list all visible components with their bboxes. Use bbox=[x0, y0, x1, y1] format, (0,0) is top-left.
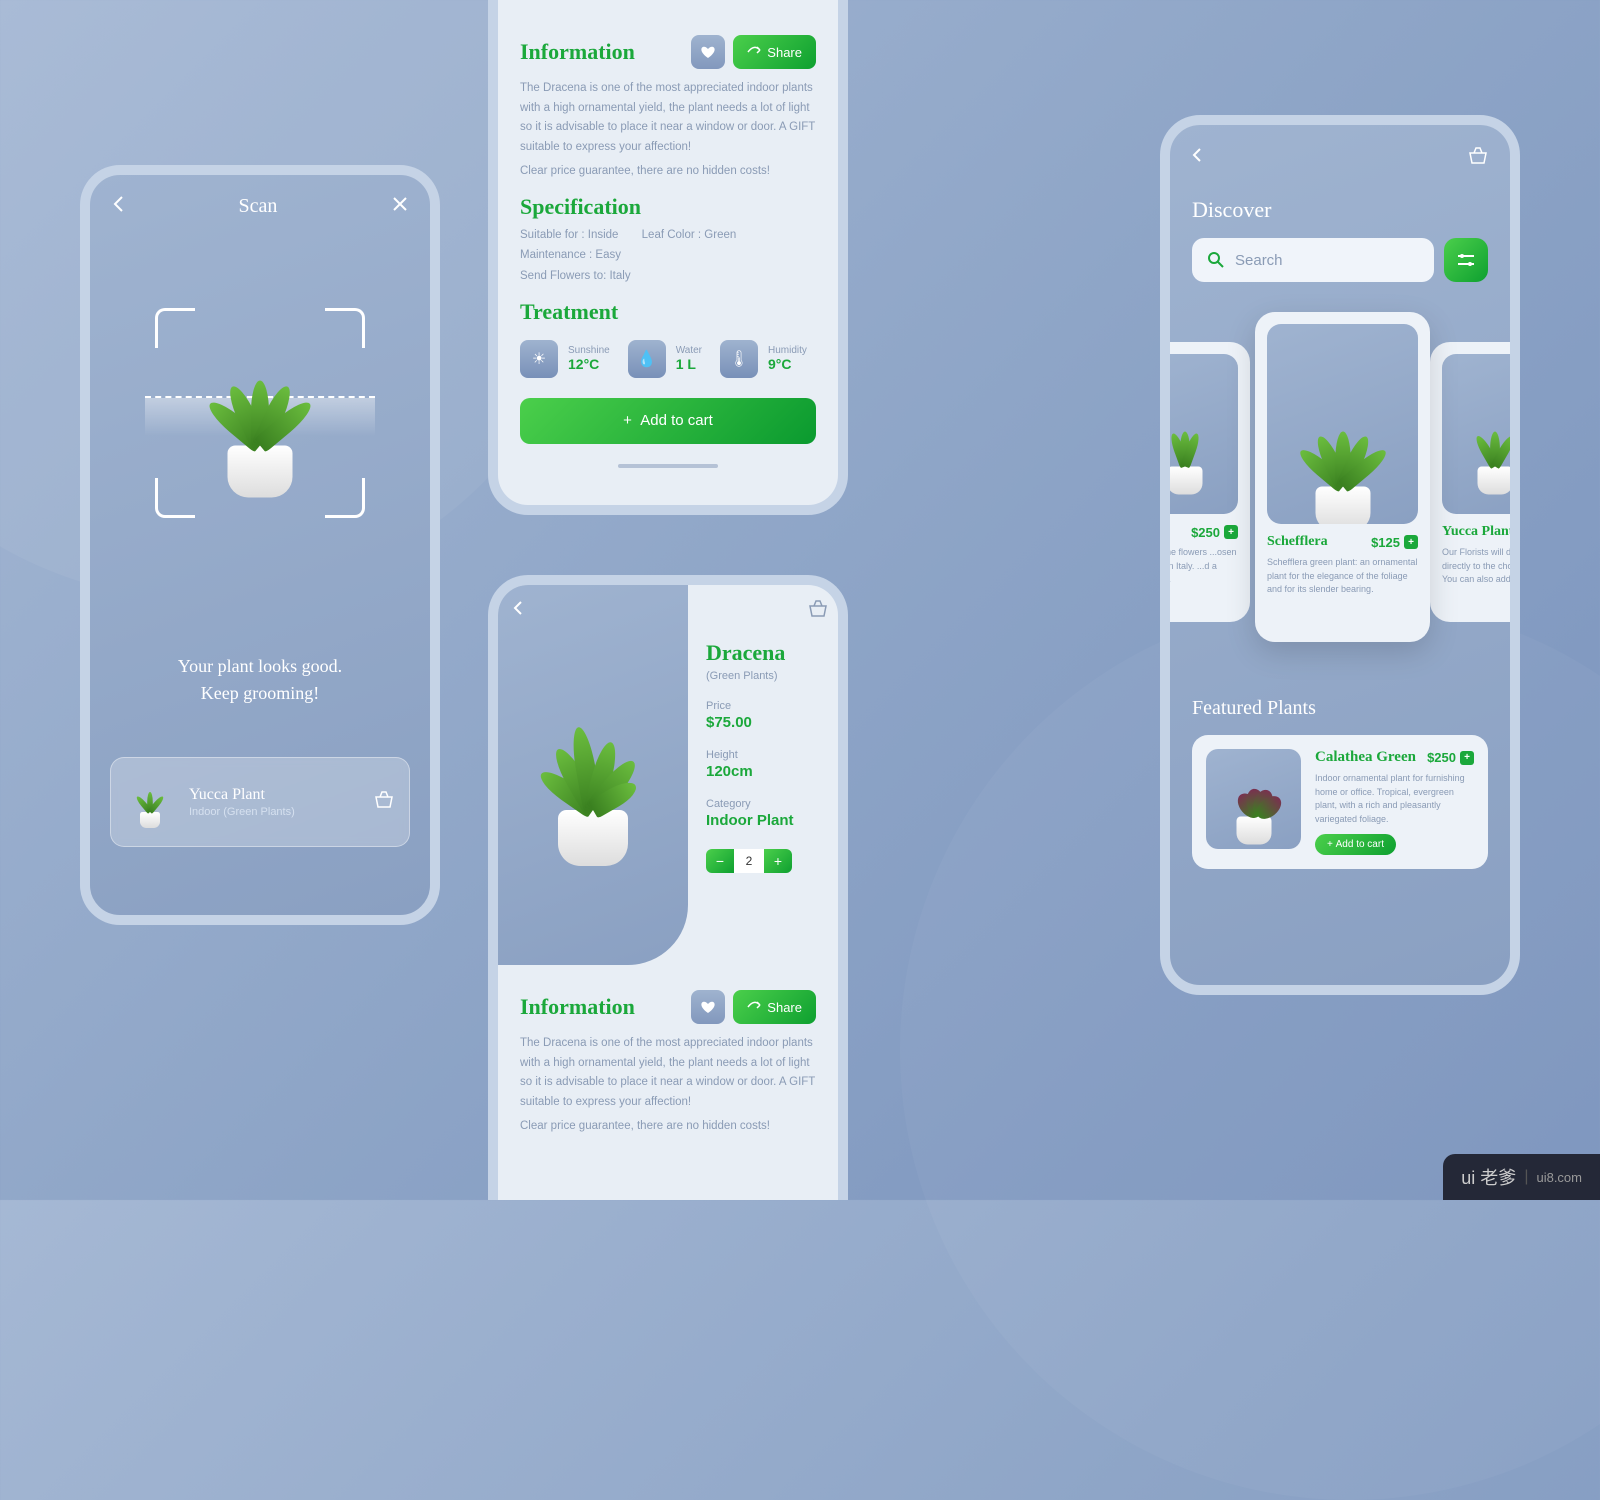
favorite-button[interactable] bbox=[691, 990, 725, 1024]
featured-thumb bbox=[1206, 749, 1301, 849]
specification-list: Suitable for : Inside Leaf Color : Green… bbox=[520, 225, 816, 287]
filter-icon bbox=[1457, 253, 1475, 267]
scan-viewer bbox=[90, 238, 430, 588]
result-subtitle: Indoor (Green Plants) bbox=[189, 806, 295, 818]
result-thumb bbox=[125, 772, 175, 832]
filter-button[interactable] bbox=[1444, 238, 1488, 282]
share-button[interactable]: Share bbox=[733, 990, 816, 1024]
plant-carousel[interactable]: nt$250+ ...eliver the flowers ...osen ad… bbox=[1170, 312, 1510, 672]
scan-status-message: Your plant looks good. Keep grooming! bbox=[90, 653, 430, 707]
favorite-button[interactable] bbox=[691, 35, 725, 69]
featured-description: Indoor ornamental plant for furnishing h… bbox=[1315, 772, 1474, 826]
result-name: Yucca Plant bbox=[189, 786, 295, 804]
detail-bottom-screen: Dracena (Green Plants) Price$75.00 Heigh… bbox=[488, 575, 848, 1200]
carousel-card-right[interactable]: Yucca Plant Our Florists will deliver t.… bbox=[1430, 342, 1520, 622]
back-icon[interactable] bbox=[1192, 147, 1202, 170]
product-price: $75.00 bbox=[706, 714, 823, 731]
search-placeholder: Search bbox=[1235, 252, 1283, 269]
basket-icon[interactable] bbox=[1468, 147, 1488, 170]
scan-header: Scan bbox=[90, 175, 430, 238]
search-input[interactable]: Search bbox=[1192, 238, 1434, 282]
specification-heading: Specification bbox=[520, 194, 816, 220]
scan-screen: Scan Your plant looks good. Keep groomin… bbox=[80, 165, 440, 925]
information-heading: Information bbox=[520, 39, 683, 65]
search-icon bbox=[1207, 251, 1225, 269]
treatment-row: ☀ Sunshine12°C 💧 Water1 L 🌡 Humidity9°C bbox=[520, 340, 816, 378]
back-icon[interactable] bbox=[112, 195, 124, 218]
treatment-humidity: 🌡 Humidity9°C bbox=[720, 340, 807, 378]
humidity-icon: 🌡 bbox=[720, 340, 758, 378]
share-button[interactable]: Share bbox=[733, 35, 816, 69]
featured-add-button[interactable]: + Add to cart bbox=[1315, 834, 1396, 855]
information-note: Clear price guarantee, there are no hidd… bbox=[520, 1117, 816, 1137]
featured-title: Featured Plants bbox=[1192, 697, 1488, 720]
share-icon bbox=[747, 1001, 761, 1013]
card-description: Schefflera green plant: an ornamental pl… bbox=[1267, 556, 1418, 597]
card-price: $125 bbox=[1371, 535, 1400, 550]
qty-decrease-button[interactable]: − bbox=[706, 849, 734, 873]
qty-increase-button[interactable]: + bbox=[764, 849, 792, 873]
basket-icon[interactable] bbox=[373, 790, 395, 815]
treatment-sunshine: ☀ Sunshine12°C bbox=[520, 340, 610, 378]
featured-price: $250 bbox=[1427, 750, 1456, 765]
treatment-heading: Treatment bbox=[520, 299, 816, 325]
treatment-water: 💧 Water1 L bbox=[628, 340, 702, 378]
product-info-panel: Dracena (Green Plants) Price$75.00 Heigh… bbox=[688, 585, 838, 965]
detail-top-screen: Information Share The Dracena is one of … bbox=[488, 0, 848, 515]
add-icon[interactable]: + bbox=[1404, 535, 1418, 549]
information-heading: Information bbox=[520, 994, 683, 1020]
carousel-card-center[interactable]: Schefflera $125 + Schefflera green plant: … bbox=[1255, 312, 1430, 642]
scanned-plant-image bbox=[208, 329, 312, 498]
carousel-card-left[interactable]: nt$250+ ...eliver the flowers ...osen ad… bbox=[1160, 342, 1250, 622]
watermark: ui 老爹 | ui8.com bbox=[1443, 1154, 1600, 1200]
back-icon[interactable] bbox=[513, 600, 523, 621]
product-height: 120cm bbox=[706, 763, 823, 780]
scan-result-card[interactable]: Yucca Plant Indoor (Green Plants) bbox=[110, 757, 410, 847]
close-icon[interactable] bbox=[392, 196, 408, 217]
information-text: The Dracena is one of the most appreciat… bbox=[520, 79, 816, 157]
sunshine-icon: ☀ bbox=[520, 340, 558, 378]
scan-title: Scan bbox=[239, 195, 278, 218]
featured-name: Calathea Green bbox=[1315, 749, 1416, 766]
card-title: Schefflera bbox=[1267, 534, 1328, 550]
add-icon[interactable]: + bbox=[1224, 525, 1238, 539]
product-hero-image bbox=[498, 585, 688, 965]
discover-screen: Discover Search nt$250+ ...eliver the fl… bbox=[1160, 115, 1520, 995]
product-name: Dracena bbox=[706, 640, 823, 666]
discover-title: Discover bbox=[1192, 197, 1488, 223]
featured-card[interactable]: Calathea Green $250 + Indoor ornamental … bbox=[1192, 735, 1488, 869]
water-icon: 💧 bbox=[628, 340, 666, 378]
qty-value: 2 bbox=[734, 849, 764, 873]
product-category: Indoor Plant bbox=[706, 812, 823, 829]
home-indicator bbox=[618, 464, 718, 468]
information-note: Clear price guarantee, there are no hidd… bbox=[520, 162, 816, 182]
add-icon[interactable]: + bbox=[1460, 751, 1474, 765]
quantity-stepper: − 2 + bbox=[706, 849, 823, 873]
share-icon bbox=[747, 46, 761, 58]
add-to-cart-button[interactable]: + Add to cart bbox=[520, 398, 816, 444]
information-text: The Dracena is one of the most appreciat… bbox=[520, 1034, 816, 1112]
product-subtitle: (Green Plants) bbox=[706, 670, 823, 682]
basket-icon[interactable] bbox=[808, 600, 828, 623]
